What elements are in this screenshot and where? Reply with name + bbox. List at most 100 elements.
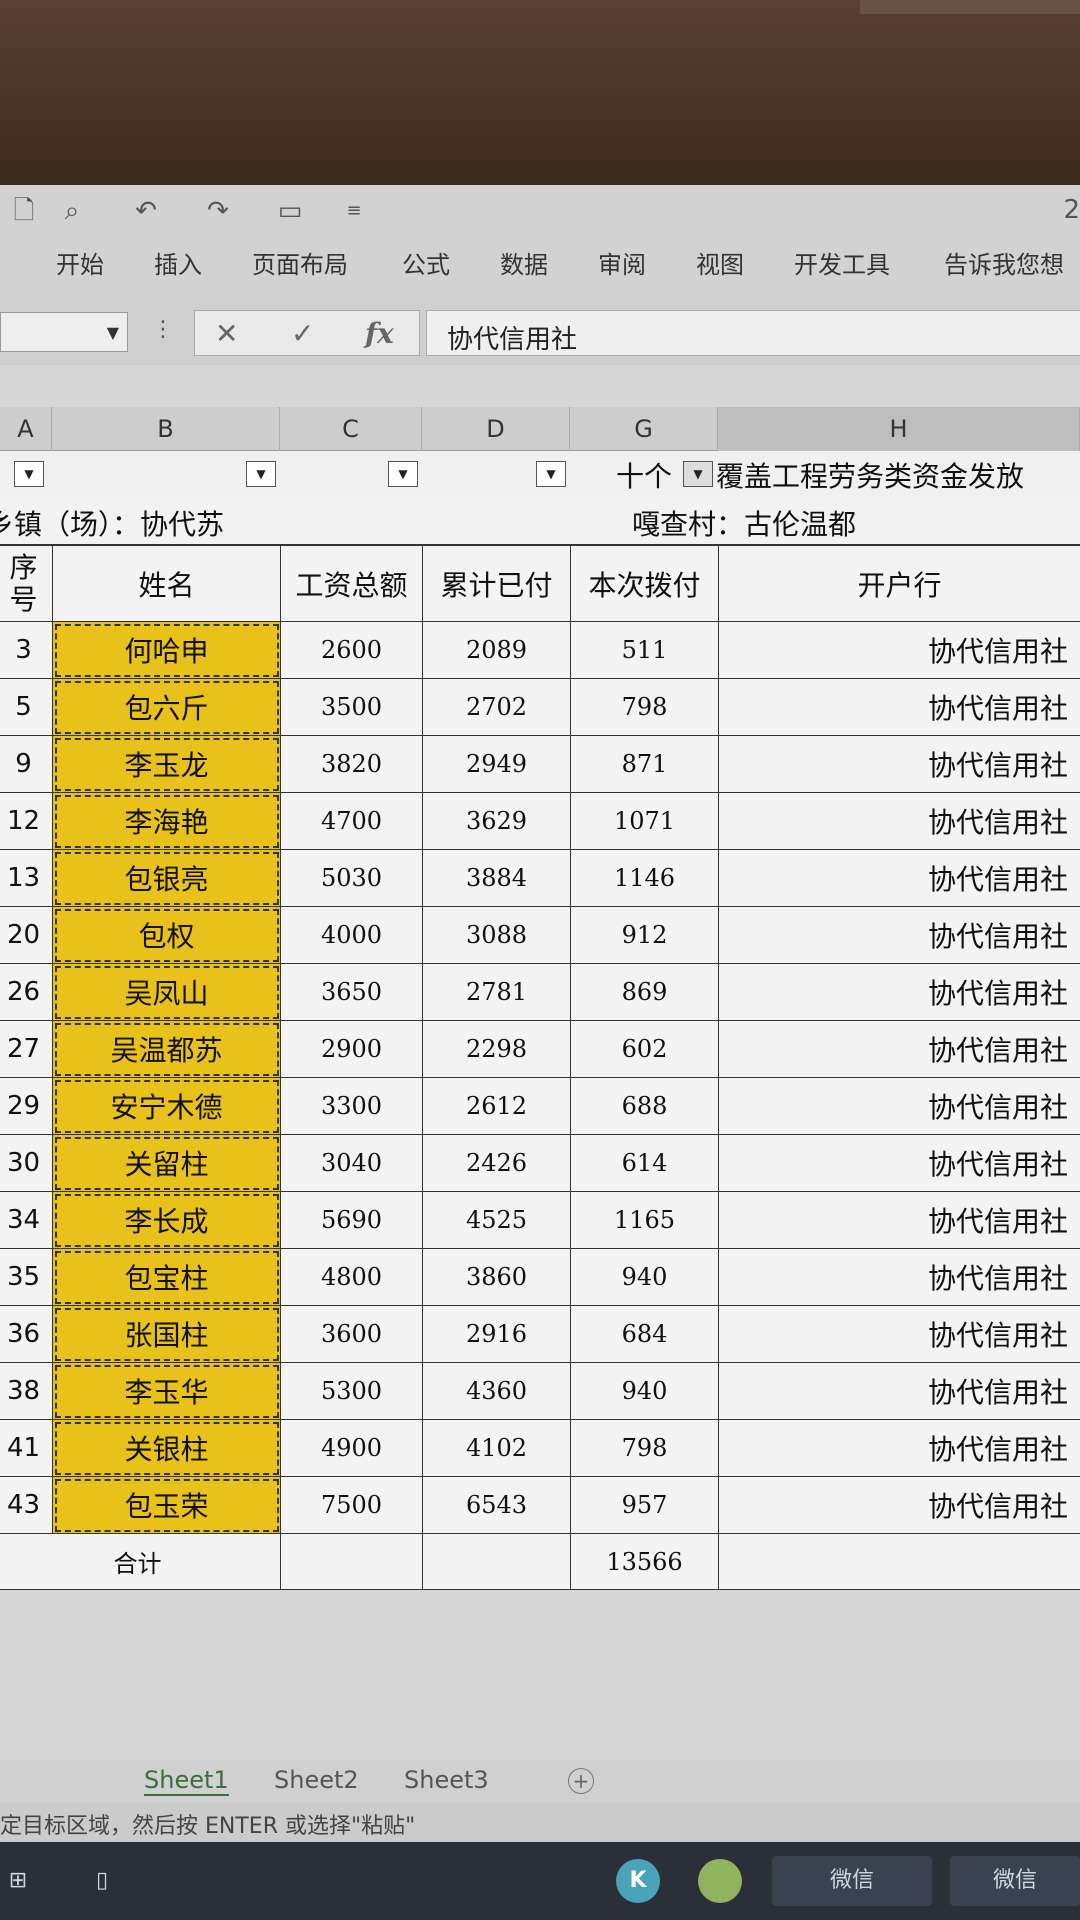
cell-current[interactable]: 614 [570,1134,719,1192]
header-bank[interactable]: 开户行 [718,545,1080,622]
header-seq[interactable]: 序号 [0,545,53,622]
cell-seq[interactable]: 41 [0,1419,53,1477]
cell-seq[interactable]: 27 [0,1020,53,1078]
insert-function-icon[interactable]: fx [365,317,394,350]
filter-dropdown-b[interactable]: ▼ [246,461,276,487]
column-header-g[interactable]: G [570,407,718,451]
cell-current[interactable]: 940 [570,1362,719,1420]
cell-bank[interactable]: 协代信用社 [718,1305,1080,1363]
header-total[interactable]: 工资总额 [280,545,423,622]
cell-bank[interactable]: 协代信用社 [718,1476,1080,1534]
header-current[interactable]: 本次拨付 [570,545,719,622]
cell-current[interactable]: 957 [570,1476,719,1534]
tab-insert[interactable]: 插入 [154,245,202,280]
enter-icon[interactable]: ✓ [291,317,314,350]
cell-current[interactable]: 798 [570,1419,719,1477]
cell-current[interactable]: 1071 [570,792,719,850]
open-folder-icon[interactable]: ▭ [276,197,304,225]
cell-paid[interactable]: 2702 [422,678,571,736]
cell-bank[interactable]: 协代信用社 [718,1191,1080,1249]
header-name[interactable]: 姓名 [52,545,281,622]
cell-current[interactable]: 1146 [570,849,719,907]
cell-bank[interactable]: 协代信用社 [718,1419,1080,1477]
cell-bank[interactable]: 协代信用社 [718,621,1080,679]
cell-name[interactable]: 关留柱 [52,1134,281,1192]
column-header-h[interactable]: H [718,407,1080,451]
cancel-icon[interactable]: ✕ [215,317,238,350]
cell-seq[interactable]: 13 [0,849,53,907]
cell-paid[interactable]: 2612 [422,1077,571,1135]
cell-paid[interactable]: 2426 [422,1134,571,1192]
cell-paid[interactable]: 3088 [422,906,571,964]
cell-seq[interactable]: 36 [0,1305,53,1363]
cell-seq[interactable]: 12 [0,792,53,850]
cell-total[interactable]: 3500 [280,678,423,736]
cell-name[interactable]: 关银柱 [52,1419,281,1477]
cell-total[interactable]: 4900 [280,1419,423,1477]
cell-bank[interactable]: 协代信用社 [718,1362,1080,1420]
filter-active-icon[interactable]: ▼ [683,461,713,487]
start-icon[interactable]: ⊞ [0,1856,36,1906]
cell-name[interactable]: 包宝柱 [52,1248,281,1306]
cell-total[interactable]: 5300 [280,1362,423,1420]
tab-formulas[interactable]: 公式 [402,245,450,280]
cell-seq[interactable]: 38 [0,1362,53,1420]
cell-name[interactable]: 李海艳 [52,792,281,850]
cell-total[interactable]: 7500 [280,1476,423,1534]
cell-current[interactable]: 912 [570,906,719,964]
cell-paid[interactable]: 3629 [422,792,571,850]
column-header-b[interactable]: B [52,407,280,451]
column-header-d[interactable]: D [422,407,570,451]
tab-developer[interactable]: 开发工具 [794,245,890,280]
column-header-a[interactable]: A [0,407,52,451]
redo-icon[interactable]: ↷ [204,197,232,225]
cell-paid[interactable]: 4525 [422,1191,571,1249]
cell-paid[interactable]: 2298 [422,1020,571,1078]
cell-seq[interactable]: 26 [0,963,53,1021]
sheet-tab-1[interactable]: Sheet1 [144,1766,229,1796]
header-paid[interactable]: 累计已付 [422,545,571,622]
browser-icon[interactable] [694,1856,746,1906]
cell-name[interactable]: 李长成 [52,1191,281,1249]
cell-bank[interactable]: 协代信用社 [718,792,1080,850]
cell-current[interactable]: 602 [570,1020,719,1078]
cell-current[interactable]: 1165 [570,1191,719,1249]
cell-bank[interactable]: 协代信用社 [718,1134,1080,1192]
task-view-icon[interactable]: ▯ [80,1856,124,1906]
cell-name[interactable]: 何哈申 [52,621,281,679]
cell-total[interactable]: 5030 [280,849,423,907]
cell-total[interactable]: 3600 [280,1305,423,1363]
undo-icon[interactable]: ↶ [132,197,160,225]
cell-current[interactable]: 940 [570,1248,719,1306]
cell-name[interactable]: 包六斤 [52,678,281,736]
cell-paid[interactable]: 4360 [422,1362,571,1420]
cell-bank[interactable]: 协代信用社 [718,963,1080,1021]
tab-view[interactable]: 视图 [696,245,744,280]
cell-seq[interactable]: 20 [0,906,53,964]
cell-bank[interactable]: 协代信用社 [718,735,1080,793]
cell-paid[interactable]: 3884 [422,849,571,907]
sheet-tab-3[interactable]: Sheet3 [404,1766,489,1794]
cell-paid[interactable]: 4102 [422,1419,571,1477]
cell-current[interactable]: 798 [570,678,719,736]
cell-bank[interactable]: 协代信用社 [718,849,1080,907]
k-app-icon[interactable]: K [612,1856,664,1906]
taskbar-wechat-2[interactable]: 微信 [950,1856,1080,1906]
cell-name[interactable]: 包玉荣 [52,1476,281,1534]
tab-data[interactable]: 数据 [500,245,548,280]
sheet-tab-2[interactable]: Sheet2 [274,1766,359,1794]
cell-bank[interactable]: 协代信用社 [718,1020,1080,1078]
tab-review[interactable]: 审阅 [598,245,646,280]
cell-seq[interactable]: 29 [0,1077,53,1135]
column-header-c[interactable]: C [280,407,422,451]
new-file-icon[interactable]: 🗋 [10,197,38,225]
cell-paid[interactable]: 2089 [422,621,571,679]
cell-seq[interactable]: 9 [0,735,53,793]
cell-bank[interactable]: 协代信用社 [718,678,1080,736]
cell-bank[interactable]: 协代信用社 [718,1248,1080,1306]
cell-current[interactable]: 688 [570,1077,719,1135]
cell-current[interactable]: 684 [570,1305,719,1363]
cell-total[interactable]: 3820 [280,735,423,793]
cell-total[interactable]: 4700 [280,792,423,850]
cell-current[interactable]: 869 [570,963,719,1021]
